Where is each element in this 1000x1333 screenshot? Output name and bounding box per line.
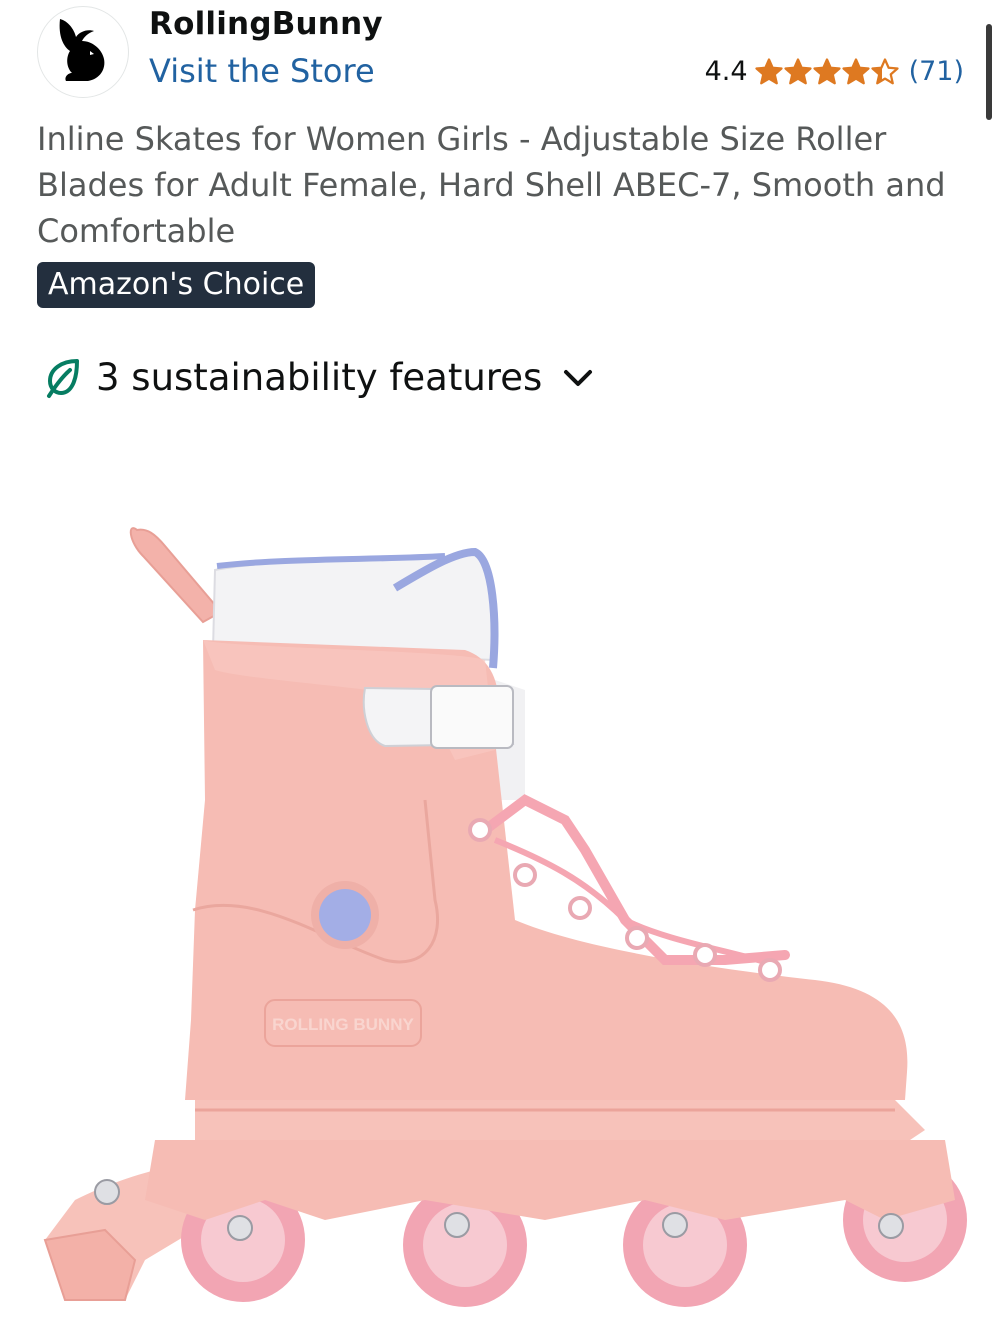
sustainability-label: 3 sustainability features	[96, 356, 543, 399]
leaf-icon	[44, 357, 82, 399]
rating-value: 4.4	[704, 56, 748, 87]
product-image[interactable]: ROLLING BUNNY	[25, 500, 985, 1333]
bunny-logo-icon	[59, 19, 105, 81]
sustainability-features-toggle[interactable]: 3 sustainability features	[44, 356, 594, 399]
skate-brand-text: ROLLING BUNNY	[272, 1015, 414, 1034]
store-logo[interactable]	[37, 6, 129, 98]
scrollbar[interactable]	[986, 24, 992, 120]
star-full-icon	[783, 57, 812, 84]
product-title: Inline Skates for Women Girls - Adjustab…	[37, 120, 946, 250]
star-full-icon	[754, 57, 783, 84]
star-full-icon	[841, 57, 870, 84]
chevron-down-icon	[556, 366, 594, 390]
rating-summary[interactable]: 4.4 (71)	[705, 56, 964, 87]
star-rating[interactable]	[754, 57, 899, 87]
review-count-link[interactable]: (71)	[909, 56, 964, 87]
star-half-icon	[870, 57, 899, 84]
visit-store-link[interactable]: Visit the Store	[149, 52, 375, 90]
brand-name[interactable]: RollingBunny	[149, 6, 383, 42]
amazons-choice-badge: Amazon's Choice	[37, 262, 316, 308]
star-full-icon	[812, 57, 841, 84]
